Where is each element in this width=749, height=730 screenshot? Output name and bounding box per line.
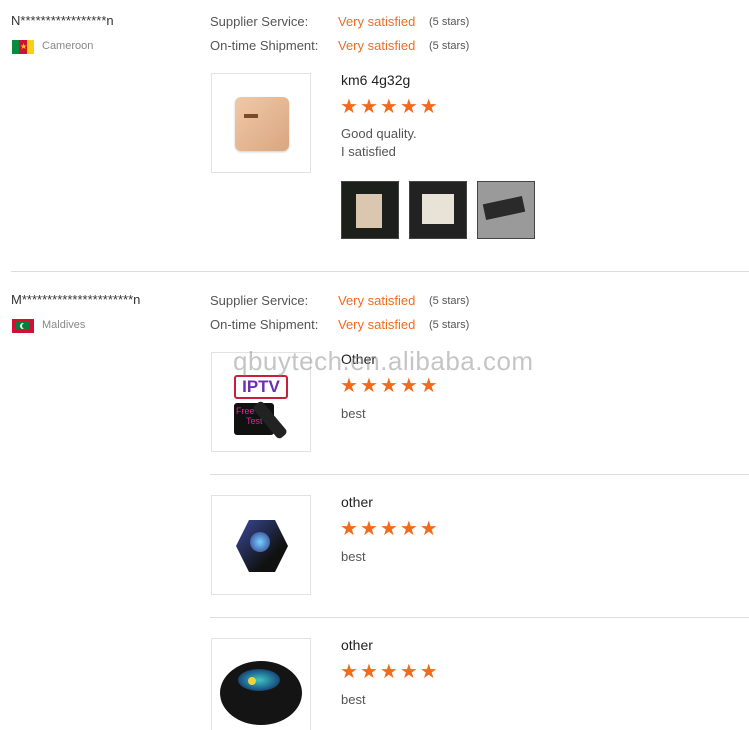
review-comment: Good quality. I satisfied — [341, 125, 417, 161]
review-comment: best — [341, 549, 366, 564]
shipment-value: Very satisfied — [338, 38, 416, 53]
star-icon: ★ — [359, 375, 378, 397]
star-icon: ★ — [340, 661, 358, 683]
star-icon: ★ — [399, 375, 418, 397]
shipment-stars: (5 stars) — [429, 319, 470, 331]
star-icon: ★ — [379, 518, 398, 540]
star-icon: ★ — [379, 375, 398, 397]
product-title[interactable]: other — [341, 494, 373, 510]
review-photo[interactable] — [341, 181, 399, 239]
reviewer-country: Cameroon — [42, 40, 94, 52]
star-icon: ★ — [340, 518, 358, 540]
reviewer-name: M**********************n — [11, 292, 141, 307]
rating-stars: ★ ★ ★ ★ ★ — [340, 96, 438, 118]
cameroon-flag-icon: ★ — [12, 40, 34, 54]
star-icon: ★ — [359, 661, 378, 683]
star-icon: ★ — [399, 518, 418, 540]
supplier-service-value: Very satisfied — [338, 293, 416, 308]
star-icon: ★ — [419, 518, 438, 540]
review-photo[interactable] — [477, 181, 535, 239]
star-icon: ★ — [399, 96, 418, 118]
product-title[interactable]: km6 4g32g — [341, 72, 410, 88]
review-photo[interactable] — [409, 181, 467, 239]
review-comment-line: I satisfied — [341, 144, 396, 159]
star-icon: ★ — [419, 96, 438, 118]
image-text: Free — [236, 406, 255, 416]
supplier-service-stars: (5 stars) — [429, 295, 470, 307]
star-icon: ★ — [340, 375, 358, 397]
star-icon: ★ — [419, 375, 438, 397]
shipment-label: On-time Shipment: — [210, 317, 319, 332]
rating-stars: ★ ★ ★ ★ ★ — [340, 661, 438, 683]
review-divider — [11, 271, 749, 272]
item-divider — [210, 474, 749, 475]
supplier-service-label: Supplier Service: — [210, 14, 309, 29]
product-title[interactable]: other — [341, 637, 373, 653]
rating-stars: ★ ★ ★ ★ ★ — [340, 375, 438, 397]
product-thumbnail[interactable] — [211, 495, 311, 595]
rating-stars: ★ ★ ★ ★ ★ — [340, 518, 438, 540]
star-icon: ★ — [359, 518, 378, 540]
shipment-stars: (5 stars) — [429, 40, 470, 52]
star-icon: ★ — [379, 661, 398, 683]
item-divider — [210, 617, 749, 618]
supplier-service-stars: (5 stars) — [429, 16, 470, 28]
iptv-logo: IPTV — [234, 375, 288, 399]
reviewer-country: Maldives — [42, 319, 86, 331]
maldives-flag-icon — [12, 319, 34, 333]
reviewer-name: N*****************n — [11, 13, 114, 28]
review-comment: best — [341, 406, 366, 421]
star-icon: ★ — [419, 661, 438, 683]
shipment-value: Very satisfied — [338, 317, 416, 332]
review-comment-line: Good quality. — [341, 126, 417, 141]
supplier-service-value: Very satisfied — [338, 14, 416, 29]
shipment-label: On-time Shipment: — [210, 38, 319, 53]
star-icon: ★ — [340, 96, 358, 118]
supplier-service-label: Supplier Service: — [210, 293, 309, 308]
product-thumbnail[interactable] — [211, 638, 311, 730]
star-icon: ★ — [379, 96, 398, 118]
star-icon: ★ — [359, 96, 378, 118]
star-icon: ★ — [399, 661, 418, 683]
product-thumbnail[interactable] — [211, 73, 311, 173]
review-comment: best — [341, 692, 366, 707]
watermark: qbuytech.en.alibaba.com — [233, 346, 534, 376]
